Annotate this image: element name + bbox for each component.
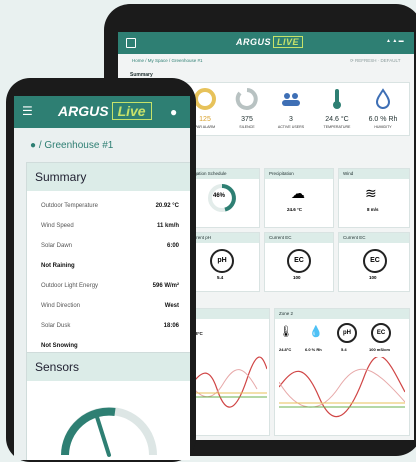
- precipitation-card[interactable]: Precipitation ☁ 24.6 °C: [264, 168, 334, 228]
- droplet-icon: [375, 88, 391, 109]
- sensors-title: Sensors: [27, 353, 190, 381]
- summary-row: Solar Dusk 18:06: [41, 323, 179, 329]
- metric-temperature: 24.6 °C TEMPERATURE: [315, 87, 359, 129]
- rain-cloud-icon: ☁: [291, 185, 305, 201]
- current-ec-card-2[interactable]: Current EC EC 100: [338, 232, 410, 292]
- summary-row: Wind Direction West: [41, 303, 179, 309]
- summary-row: Not Snowing: [41, 343, 78, 349]
- phone-logo: ARGUS Live: [58, 102, 152, 120]
- thermometer-icon: 🌡: [279, 326, 293, 338]
- thermometer-icon: [333, 89, 341, 109]
- ph-icon: pH: [337, 323, 357, 343]
- refresh-button[interactable]: ⟳ REFRESH · DEFAULT: [350, 58, 400, 64]
- metrics-card: 125 PAR ALARM 375 SILENCE 3 ACTIVE USERS…: [178, 82, 410, 136]
- droplet-icon: 💧: [309, 326, 323, 338]
- wind-card[interactable]: Wind ≋ 8 m/s: [338, 168, 410, 228]
- tablet-breadcrumb[interactable]: Home / My Space / Greenhouse #1: [132, 58, 203, 63]
- zone-2-chart: [279, 357, 405, 418]
- ring-icon: [194, 88, 216, 110]
- sensor-gauge: [61, 407, 157, 457]
- location-pin-icon: ●: [30, 140, 37, 151]
- menu-icon[interactable]: [126, 38, 136, 48]
- sensors-card: Sensors: [26, 352, 190, 460]
- metric-silence: 375 SILENCE: [225, 87, 269, 129]
- user-icon[interactable]: ●: [170, 105, 177, 119]
- zone-2-card[interactable]: Zone 2 🌡 💧 pH EC 24.8°C 6.0 % Rh 5.4 100…: [274, 308, 410, 436]
- hamburger-menu-icon[interactable]: ☰: [22, 105, 33, 117]
- tablet-header: ARGUS LIVE ▲ ▲ ▬: [118, 32, 414, 54]
- phone-header: ☰ ARGUS Live ●: [14, 96, 190, 128]
- summary-title: Summary: [27, 163, 190, 191]
- metric-humidity: 6.0 % Rh HUMIDITY: [361, 87, 405, 129]
- ring-grey-icon: [235, 88, 258, 110]
- users-icon: [282, 93, 300, 106]
- ec-icon: EC: [363, 249, 387, 273]
- summary-card: Summary Outdoor Temperature 20.92 °C Wind…: [26, 162, 190, 360]
- phone-breadcrumb[interactable]: ● / Greenhouse #1: [30, 140, 113, 151]
- metric-active-users: 3 ACTIVE USERS: [269, 87, 313, 129]
- phone-screen: ☰ ARGUS Live ● ● / Greenhouse #1 Summary …: [14, 96, 190, 460]
- current-ec-card[interactable]: Current EC EC 100: [264, 232, 334, 292]
- ec-icon: EC: [371, 323, 391, 343]
- tablet-logo: ARGUS LIVE: [236, 36, 304, 48]
- summary-row: Outdoor Light Energy 596 W/m²: [41, 283, 179, 289]
- summary-row: Outdoor Temperature 20.92 °C: [41, 203, 179, 209]
- user-icon[interactable]: ▲ ▲ ▬: [386, 38, 404, 44]
- summary-row: Not Raining: [41, 263, 75, 269]
- ph-icon: pH: [210, 249, 234, 273]
- ec-icon: EC: [287, 249, 311, 273]
- zone-1-chart: [187, 356, 267, 408]
- summary-row: Wind Speed 11 km/h: [41, 223, 179, 229]
- wind-icon: ≋: [365, 185, 377, 201]
- zone-1-card[interactable]: 24.8°C: [184, 308, 270, 436]
- summary-row: Solar Dawn 6:00: [41, 243, 179, 249]
